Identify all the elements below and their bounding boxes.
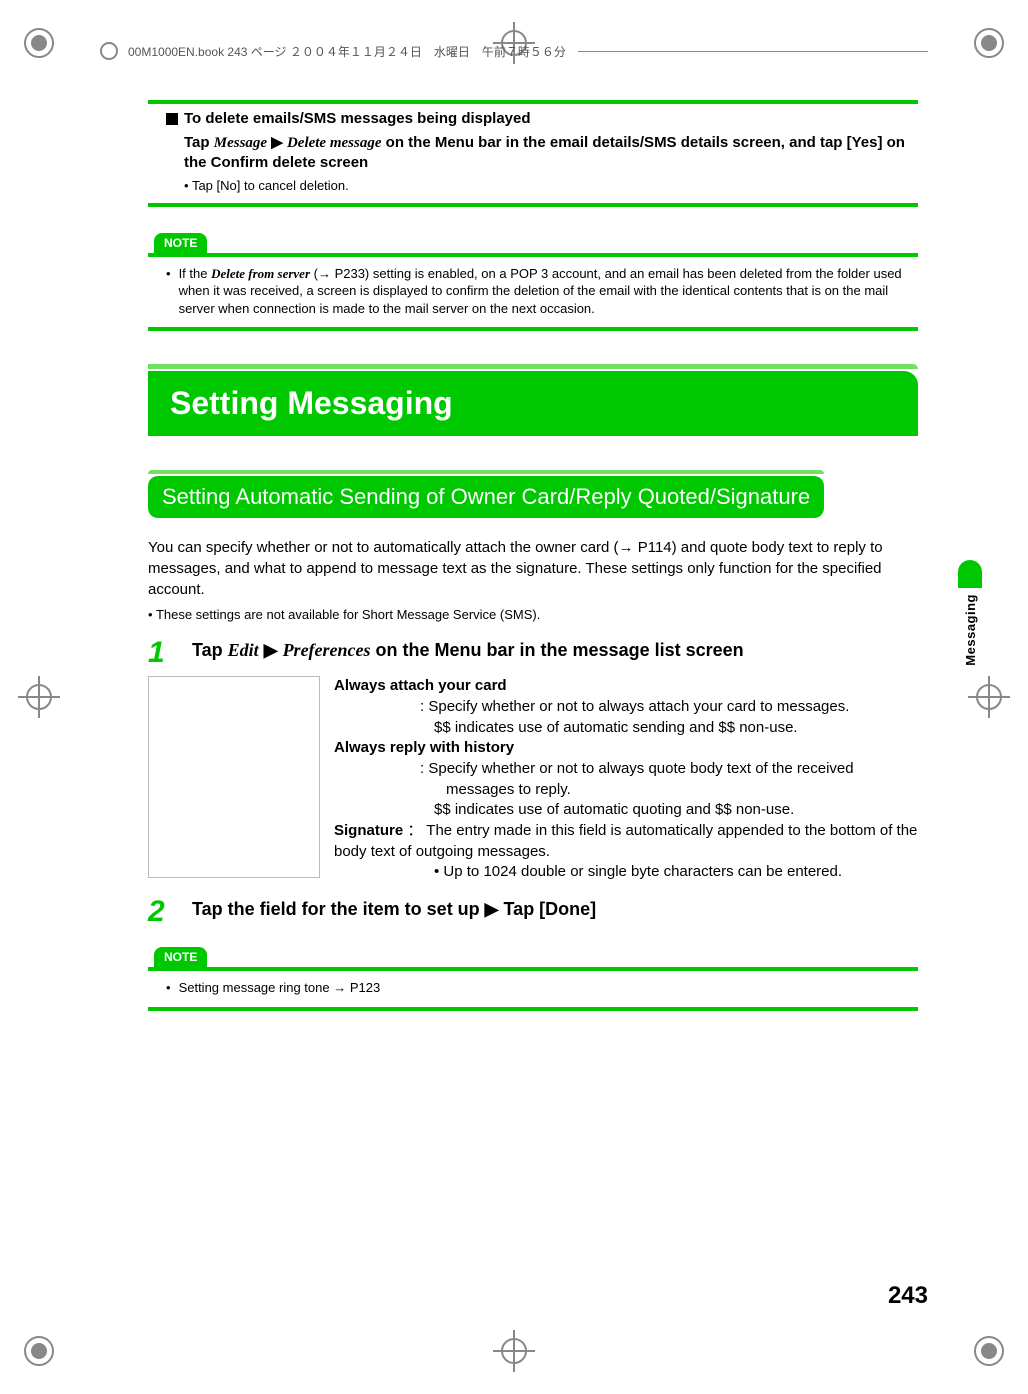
reply-desc1: Specify whether or not to always quote b…	[434, 759, 918, 800]
regmark-mid-left	[18, 676, 60, 718]
menu-preferences: Preferences	[283, 640, 371, 660]
step-2-number: 2	[148, 897, 174, 927]
bullet-icon	[166, 979, 171, 997]
menu-arrow-icon: ▶	[271, 134, 283, 151]
bullet-icon	[166, 265, 171, 318]
note2-box: Setting message ring tone → P123	[148, 967, 918, 1011]
header-rule	[578, 51, 928, 52]
section-heading: Setting Automatic Sending of Owner Card/…	[148, 476, 824, 518]
regmark-top-left	[18, 22, 60, 64]
signature-sub: Up to 1024 double or single byte charact…	[434, 862, 918, 883]
menu-delete-message: Delete message	[287, 135, 382, 151]
preferences-row: Always attach your card Specify whether …	[148, 676, 918, 883]
chapter-heading: Setting Messaging	[148, 371, 918, 436]
intro-paragraph: You can specify whether or not to automa…	[148, 538, 918, 600]
intro-note: These settings are not available for Sho…	[148, 606, 918, 624]
tap-prefix: Tap	[184, 134, 214, 151]
delete-cancel-note: Tap [No] to cancel deletion.	[184, 178, 918, 193]
side-tab: Messaging	[958, 560, 982, 666]
page-number: 243	[888, 1282, 928, 1310]
signature-desc1: The entry made in this field is automati…	[334, 822, 917, 860]
attach-desc1: Specify whether or not to always attach …	[434, 697, 918, 718]
running-header-text: 00M1000EN.book 243 ページ ２００４年１１月２４日 水曜日 午…	[128, 43, 566, 60]
side-tab-label: Messaging	[963, 594, 978, 666]
note1-label: NOTE	[154, 233, 207, 253]
delete-tap-instruction: Tap Message ▶ Delete message on the Menu…	[184, 133, 918, 174]
note1-item: If the Delete from server (→ P233) setti…	[166, 265, 904, 318]
note1-box: If the Delete from server (→ P233) setti…	[148, 253, 918, 332]
note1-text: If the Delete from server (→ P233) setti…	[179, 265, 904, 318]
side-tab-cap	[958, 560, 982, 588]
delete-heading: To delete emails/SMS messages being disp…	[184, 110, 531, 127]
content-area: To delete emails/SMS messages being disp…	[148, 100, 918, 1011]
running-header: 00M1000EN.book 243 ページ ２００４年１１月２４日 水曜日 午…	[100, 42, 928, 60]
step-2-title: Tap the field for the item to set up ▶ T…	[192, 897, 596, 921]
step-1-number: 1	[148, 638, 174, 668]
menu-arrow-icon: ▶	[264, 640, 278, 660]
regmark-mid-right	[968, 676, 1010, 718]
step-1-title: Tap Edit ▶ Preferences on the Menu bar i…	[192, 638, 744, 662]
attach-desc2: $$ indicates use of automatic sending an…	[434, 718, 918, 739]
note2-item: Setting message ring tone → P123	[166, 979, 904, 997]
step-1: 1 Tap Edit ▶ Preferences on the Menu bar…	[148, 638, 918, 668]
signature-label: Signature	[334, 822, 403, 839]
preferences-screenshot-placeholder	[148, 676, 320, 878]
green-rule-top	[148, 100, 918, 104]
delete-heading-row: To delete emails/SMS messages being disp…	[166, 110, 918, 127]
regmark-bottom-right	[968, 1330, 1010, 1372]
attach-label: Always attach your card	[334, 676, 918, 697]
green-rule-bottom	[148, 203, 918, 207]
reply-desc2: $$ indicates use of automatic quoting an…	[434, 800, 918, 821]
step-2: 2 Tap the field for the item to set up ▶…	[148, 897, 918, 927]
note2-label: NOTE	[154, 947, 207, 967]
regmark-bottom-center	[493, 1330, 535, 1372]
signature-row: Signature ： The entry made in this field…	[334, 821, 918, 862]
square-bullet-icon	[166, 113, 178, 125]
note2-text: Setting message ring tone → P123	[179, 979, 381, 997]
page: 00M1000EN.book 243 ページ ２００４年１１月２４日 水曜日 午…	[0, 0, 1028, 1394]
regmark-bottom-left	[18, 1330, 60, 1372]
regmark-top-right	[968, 22, 1010, 64]
drill-hole-icon	[100, 42, 118, 60]
menu-edit: Edit	[228, 640, 259, 660]
menu-message: Message	[214, 135, 267, 151]
preferences-descriptions: Always attach your card Specify whether …	[334, 676, 918, 883]
reply-label: Always reply with history	[334, 738, 918, 759]
